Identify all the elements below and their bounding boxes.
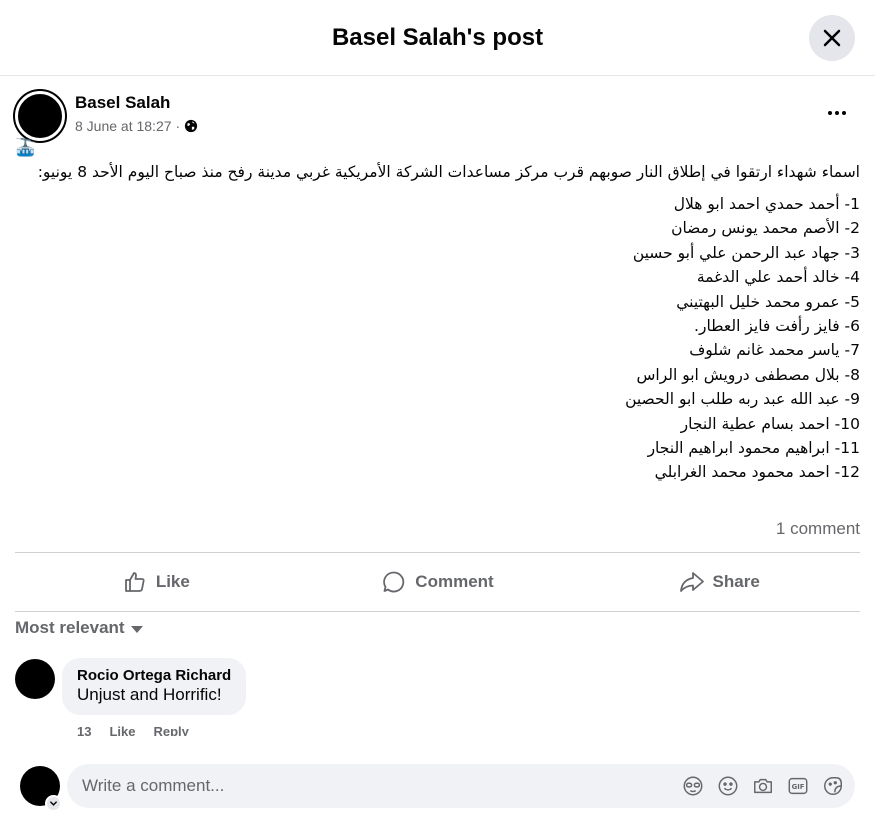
comment-reply-button[interactable]: Reply (153, 724, 188, 736)
share-label: Share (712, 572, 760, 591)
avatar-sticker-icon[interactable] (681, 774, 705, 798)
sort-dropdown[interactable]: Most relevant (15, 618, 143, 638)
thumbs-up-icon (122, 569, 148, 595)
page-title: Basel Salah's post (331, 23, 544, 51)
camera-icon[interactable] (751, 774, 775, 798)
list-item: 6- فايز رأفت فايز العطار. (694, 317, 860, 336)
comment-bubble: Rocio Ortega Richard Unjust and Horrific… (62, 658, 247, 715)
list-item: 2- الأصم محمد يونس رمضان (671, 219, 860, 238)
caret-down-icon (130, 625, 143, 633)
list-item: 7- ياسر محمد غانم شلوف (689, 341, 860, 360)
dialog-header: Basel Salah's post (0, 0, 875, 76)
comment-composer: GIF (0, 752, 875, 832)
author-name[interactable]: Basel Salah (75, 93, 170, 113)
globe-icon (185, 119, 198, 133)
names-list: 1- أحمد حمدي احمد ابو هلال 2- الأصم محمد… (15, 192, 860, 485)
emoji-icon[interactable] (716, 774, 740, 798)
post-content: اسماء شهداء ارتقوا في إطلاق النار صوبهم … (15, 160, 860, 485)
post-actions-bar: Like Comment Share (15, 553, 860, 611)
list-item: 1- أحمد حمدي احمد ابو هلال (673, 195, 860, 213)
comment-item: Rocio Ortega Richard Unjust and Horrific… (15, 658, 860, 736)
like-button[interactable]: Like (15, 553, 297, 611)
svg-text:GIF: GIF (792, 783, 805, 791)
comments-count[interactable]: 1 comment (776, 519, 860, 539)
like-label: Like (155, 572, 190, 591)
comment-label: Comment (415, 572, 494, 591)
post-timestamp[interactable]: 8 June at 18:27 (75, 118, 172, 134)
close-button[interactable] (809, 15, 855, 61)
list-item: 10- احمد بسام عطية النجار (680, 414, 860, 433)
list-item: 9- عبد الله عبد ربه طلب ابو الحصين (625, 390, 860, 409)
list-item: 11- ابراهيم محمود ابراهيم النجار (647, 439, 860, 458)
comment-like-button[interactable]: Like (109, 724, 135, 736)
share-button[interactable]: Share (578, 553, 860, 611)
sticker-icon[interactable] (821, 774, 845, 798)
list-item: 5- عمرو محمد خليل البهتيني (676, 292, 860, 311)
author-avatar[interactable] (15, 91, 65, 141)
post-header: 🚠 Basel Salah 8 June at 18:27 · (15, 91, 860, 161)
more-horizontal-icon (828, 111, 832, 115)
meta-separator: · (175, 118, 181, 134)
comment-text: Unjust and Horrific! (77, 685, 222, 704)
chevron-down-icon[interactable] (45, 795, 62, 812)
commenter-avatar[interactable] (15, 659, 55, 699)
post-options-button[interactable] (822, 103, 852, 123)
divider (15, 611, 860, 612)
avatar-badge-emoji: 🚠 (15, 138, 37, 157)
list-item: 4- خالد أحمد علي الدغمة (696, 268, 860, 287)
speech-bubble-icon (381, 569, 407, 595)
post-meta: 8 June at 18:27 · (75, 118, 198, 134)
list-item: 12- احمد محمود محمد الغرابلي (654, 463, 860, 482)
share-arrow-icon (679, 569, 705, 595)
post-intro-text: اسماء شهداء ارتقوا في إطلاق النار صوبهم … (37, 163, 860, 181)
list-item: 8- بلال مصطفى درويش ابو الراس (636, 365, 860, 384)
list-item: 3- جهاد عبد الرحمن علي أبو حسين (632, 243, 860, 262)
close-icon (823, 29, 841, 47)
gif-icon[interactable]: GIF (786, 774, 810, 798)
comment-author[interactable]: Rocio Ortega Richard (77, 667, 231, 685)
sort-label: Most relevant (15, 618, 125, 637)
comment-actions: 13 Like Reply (77, 724, 189, 736)
comment-button[interactable]: Comment (297, 553, 579, 611)
composer-tools: GIF (681, 774, 845, 798)
comment-time[interactable]: 13 (77, 724, 91, 736)
